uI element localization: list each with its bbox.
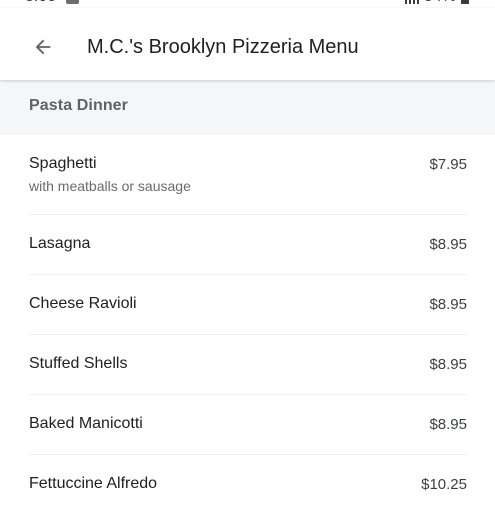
menu-item-baked-manicotti[interactable]: Baked Manicotti $8.95 <box>0 395 495 455</box>
item-price: $8.95 <box>429 416 467 433</box>
item-price: $8.95 <box>429 356 467 373</box>
item-price: $8.95 <box>429 296 467 313</box>
item-name: Baked Manicotti <box>29 415 143 432</box>
battery-icon <box>461 0 469 4</box>
section-header: Pasta Dinner <box>0 80 495 135</box>
page-title: M.C.'s Brooklyn Pizzeria Menu <box>87 36 359 58</box>
item-name: Cheese Ravioli <box>29 295 137 312</box>
item-price: $8.95 <box>429 236 467 253</box>
item-price: $7.95 <box>429 156 467 173</box>
app-bar: M.C.'s Brooklyn Pizzeria Menu <box>0 8 495 80</box>
status-time: 8:00 <box>25 0 56 8</box>
item-description: with meatballs or sausage <box>29 178 191 194</box>
menu-item-stuffed-shells[interactable]: Stuffed Shells $8.95 <box>0 335 495 395</box>
notification-icon <box>66 0 79 4</box>
item-name: Lasagna <box>29 235 91 252</box>
item-name: Spaghetti <box>29 155 97 172</box>
item-price: $10.25 <box>421 476 467 493</box>
item-name: Stuffed Shells <box>29 355 128 372</box>
item-name: Fettuccine Alfredo <box>29 475 158 492</box>
bluetooth-icon: ✱ <box>366 0 377 4</box>
battery-percent: 54% <box>424 0 456 8</box>
arrow-back-icon <box>35 39 51 55</box>
menu-item-spaghetti[interactable]: Spaghetti with meatballs or sausage $7.9… <box>0 135 495 215</box>
menu-screen: 8:00 ✱ 54% M.C.'s Brooklyn Pizzeria Menu… <box>0 0 495 512</box>
back-button[interactable] <box>22 26 64 68</box>
signal-icon <box>405 0 419 4</box>
section-title: Pasta Dinner <box>29 97 129 114</box>
menu-item-lasagna[interactable]: Lasagna $8.95 <box>0 215 495 275</box>
menu-item-cheese-ravioli[interactable]: Cheese Ravioli $8.95 <box>0 275 495 335</box>
status-bar: 8:00 ✱ 54% <box>0 0 495 8</box>
menu-item-fettuccine-alfredo[interactable]: Fettuccine Alfredo $10.25 <box>0 455 495 512</box>
menu-list: Spaghetti with meatballs or sausage $7.9… <box>0 135 495 512</box>
